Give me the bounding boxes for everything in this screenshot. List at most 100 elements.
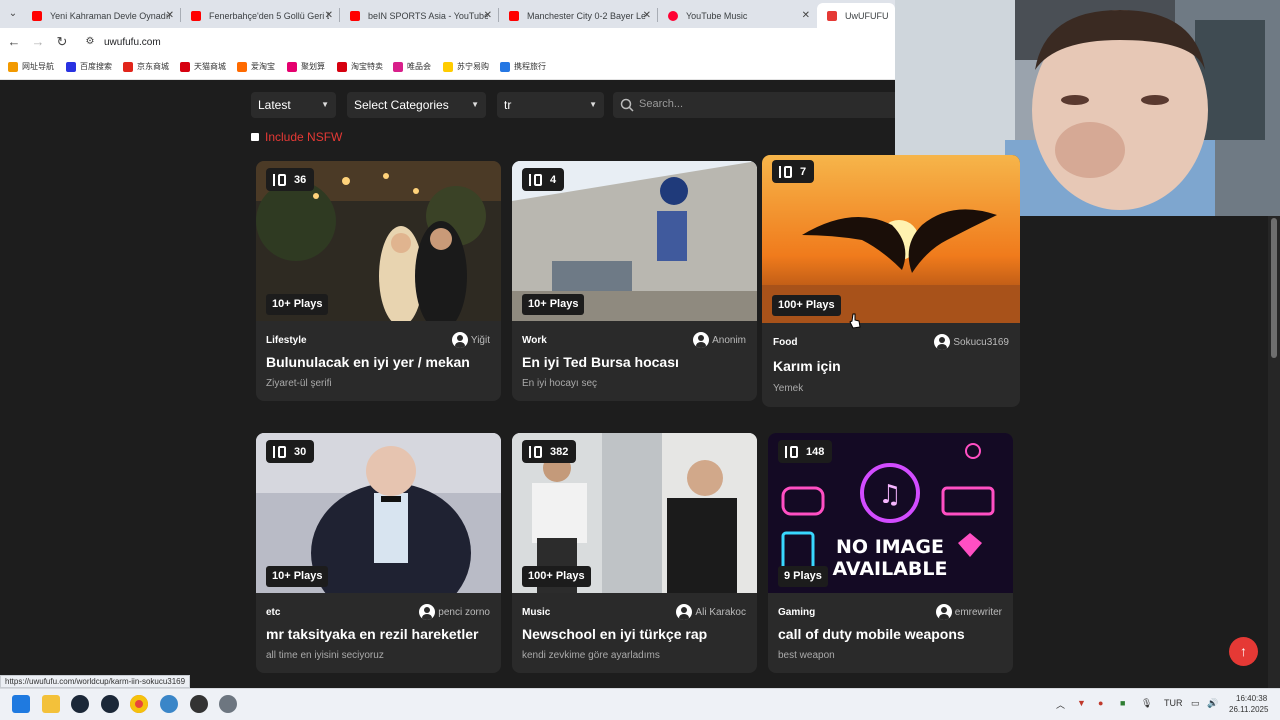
bookmark-icon bbox=[123, 61, 133, 72]
chevron-down-icon: ▼ bbox=[471, 100, 479, 109]
bookmark-icon bbox=[393, 61, 403, 72]
clock-date[interactable]: 26.11.2025 bbox=[1229, 705, 1268, 714]
bookmark[interactable]: 爱淘宝 bbox=[237, 61, 275, 72]
tray-app-icon[interactable]: ● bbox=[1098, 698, 1103, 708]
microphone-icon[interactable]: 🎙 bbox=[1141, 698, 1152, 709]
start-menu-icon[interactable] bbox=[12, 695, 30, 713]
network-icon[interactable]: ▭ bbox=[1191, 698, 1200, 709]
plays-badge: 10+ Plays bbox=[522, 294, 585, 315]
browser-tab[interactable]: Manchester City 0-2 Bayer Leve ✕ bbox=[499, 3, 657, 28]
bookmark-icon bbox=[237, 61, 247, 72]
quiz-card[interactable]: ♫ NO IMAGE AVAILABLE 148 9 Plays Gaming … bbox=[768, 433, 1013, 673]
obs-icon[interactable] bbox=[190, 695, 208, 713]
browser-tab[interactable]: YouTube Music ✕ bbox=[658, 3, 816, 28]
app-icon[interactable] bbox=[160, 695, 178, 713]
bookmark[interactable]: 京东商城 bbox=[123, 61, 169, 72]
quiz-card[interactable]: 30 10+ Plays etc penci zorno mr taksitya… bbox=[256, 433, 501, 673]
card-title: Newschool en iyi türkçe rap bbox=[522, 626, 708, 642]
bookmark-icon bbox=[66, 61, 76, 72]
bookmark[interactable]: 网址导航 bbox=[8, 61, 54, 72]
file-explorer-icon[interactable] bbox=[42, 695, 60, 713]
browser-tab[interactable]: beIN SPORTS Asia - YouTube ✕ bbox=[340, 3, 498, 28]
close-icon[interactable]: ✕ bbox=[325, 10, 333, 21]
card-author[interactable]: Ali Karakoc bbox=[676, 604, 746, 620]
quiz-card[interactable]: 36 10+ Plays Lifestyle Yiğit Bulunulacak… bbox=[256, 161, 501, 401]
avatar-icon bbox=[934, 334, 951, 350]
avatar-icon bbox=[419, 604, 436, 620]
scroll-to-top-button[interactable]: ↑ bbox=[1229, 637, 1258, 666]
nsfw-toggle[interactable]: Include NSFW bbox=[251, 130, 342, 144]
browser-tab[interactable]: Fenerbahçe'den 5 Gollü Geri Dö ✕ bbox=[181, 3, 339, 28]
quiz-card[interactable]: 382 100+ Plays Music Ali Karakoc Newscho… bbox=[512, 433, 757, 673]
scrollbar-thumb[interactable] bbox=[1271, 218, 1277, 358]
close-icon[interactable]: ✕ bbox=[643, 10, 651, 21]
site-info-icon[interactable]: ⚙ bbox=[81, 33, 99, 51]
card-author[interactable]: emrewriter bbox=[935, 604, 1002, 620]
chevron-up-icon[interactable]: ︿ bbox=[1056, 698, 1065, 711]
page-scrollbar[interactable] bbox=[1268, 216, 1280, 688]
tab-search-chevron-icon[interactable]: ⌄ bbox=[4, 5, 22, 23]
item-count-badge: 4 bbox=[522, 168, 565, 191]
card-author[interactable]: Yiğit bbox=[451, 332, 490, 348]
bookmark[interactable]: 聚划算 bbox=[287, 61, 325, 72]
cards-icon bbox=[529, 445, 543, 458]
forward-icon[interactable]: → bbox=[29, 33, 47, 51]
author-name: Anonim bbox=[712, 334, 746, 346]
quiz-card[interactable]: 4 10+ Plays Work Anonim En iyi Ted Bursa… bbox=[512, 161, 757, 401]
language-select[interactable]: tr ▼ bbox=[497, 92, 604, 118]
search-icon bbox=[620, 98, 634, 112]
card-author[interactable]: Sokucu3169 bbox=[934, 334, 1009, 350]
sort-select[interactable]: Latest ▼ bbox=[251, 92, 336, 118]
browser-tab[interactable]: Yeni Kahraman Devle Oynadım ✕ bbox=[22, 3, 180, 28]
tray-app-icon[interactable]: ■ bbox=[1120, 698, 1125, 708]
reload-icon[interactable]: ↻ bbox=[53, 33, 71, 51]
card-description: Yemek bbox=[773, 383, 804, 394]
chrome-icon[interactable] bbox=[130, 695, 148, 713]
link-status-bar: https://uwufufu.com/worldcup/karm-iin-so… bbox=[0, 675, 191, 688]
bookmark[interactable]: 唯品会 bbox=[393, 61, 431, 72]
card-category: Lifestyle bbox=[266, 335, 307, 346]
bookmark[interactable]: 百度搜索 bbox=[66, 61, 112, 72]
quiz-card[interactable]: 7 100+ Plays Food Sokucu3169 Karım için … bbox=[762, 155, 1020, 407]
card-author[interactable]: Anonim bbox=[693, 332, 746, 348]
cards-icon bbox=[779, 165, 793, 178]
close-icon[interactable]: ✕ bbox=[166, 10, 174, 21]
category-select[interactable]: Select Categories ▼ bbox=[347, 92, 486, 118]
address-bar[interactable]: uwufufu.com bbox=[104, 37, 161, 48]
hand-cursor-icon bbox=[849, 313, 861, 329]
author-name: Sokucu3169 bbox=[953, 336, 1009, 348]
item-count: 7 bbox=[800, 165, 807, 178]
back-icon[interactable]: ← bbox=[5, 33, 23, 51]
cards-icon bbox=[273, 445, 287, 458]
bookmark[interactable]: 携程旅行 bbox=[500, 61, 546, 72]
plays-badge: 100+ Plays bbox=[772, 295, 841, 316]
clock-time[interactable]: 16:40:38 bbox=[1236, 694, 1267, 703]
steam-icon[interactable] bbox=[101, 695, 119, 713]
nsfw-checkbox[interactable] bbox=[251, 133, 259, 141]
search-input[interactable]: Search... bbox=[613, 92, 895, 118]
tray-app-icon[interactable]: ▼ bbox=[1077, 698, 1086, 708]
item-count: 148 bbox=[806, 445, 825, 458]
bookmark-label: 聚划算 bbox=[301, 62, 325, 71]
volume-icon[interactable]: 🔊 bbox=[1207, 698, 1218, 709]
card-title: En iyi Ted Bursa hocası bbox=[522, 354, 679, 370]
bookmark[interactable]: 天猫商城 bbox=[180, 61, 226, 72]
close-icon[interactable]: ✕ bbox=[802, 10, 810, 21]
card-description: kendi zevkime göre ayarladıms bbox=[522, 650, 660, 661]
bookmark[interactable]: 淘宝特卖 bbox=[337, 61, 383, 72]
avatar-icon bbox=[693, 332, 710, 348]
card-description: Ziyaret-ül şerifi bbox=[266, 378, 332, 389]
card-category: Music bbox=[522, 607, 551, 618]
steam-icon[interactable] bbox=[71, 695, 89, 713]
close-icon[interactable]: ✕ bbox=[484, 10, 492, 21]
card-author[interactable]: penci zorno bbox=[419, 604, 490, 620]
svg-text:♫: ♫ bbox=[878, 480, 901, 510]
input-language[interactable]: TUR bbox=[1164, 698, 1183, 708]
youtube-icon bbox=[191, 10, 201, 21]
tab-title: Fenerbahçe'den 5 Gollü Geri Dö bbox=[209, 10, 329, 21]
settings-icon[interactable] bbox=[219, 695, 237, 713]
browser-tab-active[interactable]: UwUFUFU bbox=[817, 3, 895, 28]
bookmark[interactable]: 苏宁易购 bbox=[443, 61, 489, 72]
cards-icon bbox=[529, 173, 543, 186]
bookmark-label: 爱淘宝 bbox=[251, 62, 275, 71]
